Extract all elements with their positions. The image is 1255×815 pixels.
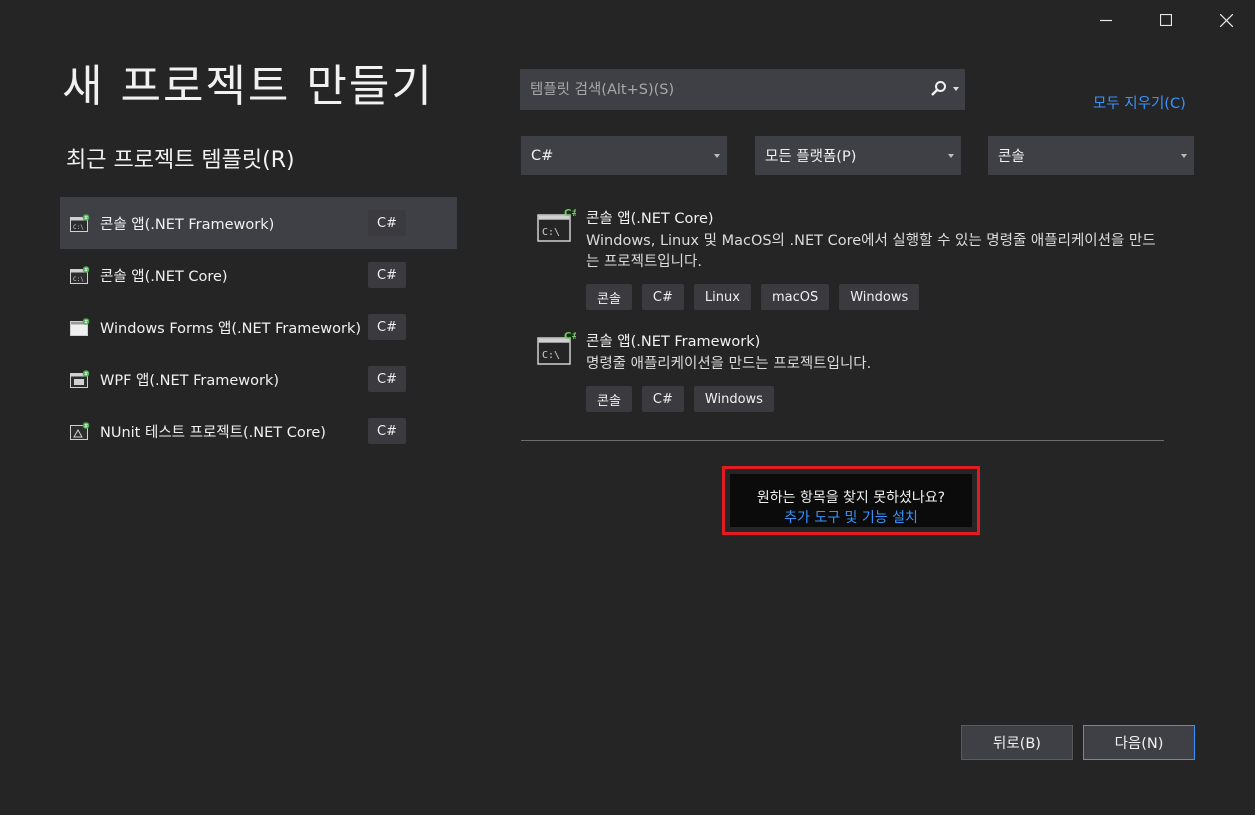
svg-text:C:\: C:\ — [73, 276, 84, 283]
recent-item-wpf[interactable]: # WPF 앱(.NET Framework) C# — [60, 353, 457, 405]
back-button[interactable]: 뒤로(B) — [961, 725, 1073, 760]
tag: Windows — [693, 386, 774, 412]
recent-item-label: Windows Forms 앱(.NET Framework) — [100, 320, 362, 337]
next-button[interactable]: 다음(N) — [1083, 725, 1195, 760]
template-tags: 콘솔 C# Windows — [586, 386, 774, 412]
language-filter-select[interactable]: C# — [521, 136, 727, 175]
recent-item-nunit[interactable]: # NUnit 테스트 프로젝트(.NET Core) C# — [60, 405, 457, 457]
svg-text:#: # — [84, 424, 88, 430]
console-app-icon: C:\ C# — [536, 330, 580, 370]
console-app-icon: C:\ # — [69, 264, 91, 286]
project-type-filter-select[interactable]: 콘솔 — [988, 136, 1194, 175]
chevron-down-icon — [948, 154, 954, 158]
template-title: 콘솔 앱(.NET Core) — [586, 211, 714, 227]
template-search-box[interactable] — [520, 69, 965, 110]
not-found-panel: 원하는 항목을 찾지 못하셨나요? 추가 도구 및 기능 설치 — [730, 474, 972, 527]
tag: Windows — [839, 284, 920, 310]
template-description: Windows, Linux 및 MacOS의 .NET Core에서 실행할 … — [586, 233, 1156, 270]
svg-text:C:\: C:\ — [542, 350, 560, 361]
svg-text:C#: C# — [564, 208, 576, 219]
console-app-icon: C:\ # — [69, 212, 91, 234]
tag: 콘솔 — [586, 284, 632, 310]
tag: C# — [641, 284, 684, 310]
template-search-input[interactable] — [528, 80, 922, 99]
recent-item-console-net-framework[interactable]: C:\ # 콘솔 앱(.NET Framework) C# — [60, 197, 457, 249]
language-filter-value: C# — [531, 147, 554, 164]
svg-text:C#: C# — [564, 331, 576, 342]
platform-filter-value: 모든 플랫폼(P) — [765, 149, 857, 165]
project-type-filter-value: 콘솔 — [998, 149, 1025, 165]
chevron-down-icon — [714, 154, 720, 158]
search-icon[interactable] — [930, 80, 948, 102]
svg-text:#: # — [84, 372, 88, 378]
svg-text:#: # — [84, 268, 88, 274]
svg-text:#: # — [84, 320, 88, 326]
template-result-console-net-framework[interactable]: C:\ C# 콘솔 앱(.NET Framework) 명령줄 애플리케이션을 만… — [530, 330, 1170, 415]
svg-text:C:\: C:\ — [73, 224, 84, 231]
console-app-icon: C:\ C# — [536, 207, 580, 247]
not-found-callout: 원하는 항목을 찾지 못하셨나요? 추가 도구 및 기능 설치 — [722, 466, 980, 535]
recent-item-label: WPF 앱(.NET Framework) — [100, 372, 280, 389]
search-options-chevron-icon[interactable] — [953, 87, 959, 91]
tag: Linux — [693, 284, 751, 310]
language-tag: C# — [368, 210, 406, 236]
recent-item-label: 콘솔 앱(.NET Core) — [100, 268, 228, 285]
template-description: 명령줄 애플리케이션을 만드는 프로젝트입니다. — [586, 356, 872, 372]
close-button[interactable] — [1211, 6, 1241, 34]
tag: macOS — [760, 284, 830, 310]
language-tag: C# — [368, 366, 406, 392]
template-result-console-net-core[interactable]: C:\ C# 콘솔 앱(.NET Core) Windows, Linux 및 M… — [530, 207, 1170, 312]
template-tags: 콘솔 C# Linux macOS Windows — [586, 284, 920, 310]
language-tag: C# — [368, 262, 406, 288]
chevron-down-icon — [1181, 154, 1187, 158]
recent-templates-heading: 최근 프로젝트 템플릿(R) — [66, 148, 295, 173]
wpf-app-icon: # — [69, 368, 91, 390]
svg-text:#: # — [84, 216, 88, 222]
template-title: 콘솔 앱(.NET Framework) — [586, 334, 761, 350]
tag: C# — [641, 386, 684, 412]
svg-text:C:\: C:\ — [542, 227, 560, 238]
maximize-button[interactable] — [1151, 6, 1181, 34]
language-tag: C# — [368, 418, 406, 444]
page-title: 새 프로젝트 만들기 — [62, 61, 434, 112]
install-tools-link[interactable]: 추가 도구 및 기능 설치 — [730, 507, 972, 527]
test-project-icon: # — [69, 420, 91, 442]
tag: 콘솔 — [586, 386, 632, 412]
recent-item-windows-forms[interactable]: # Windows Forms 앱(.NET Framework) C# — [60, 301, 457, 353]
clear-all-link[interactable]: 모두 지우기(C) — [1093, 92, 1186, 113]
recent-item-label: 콘솔 앱(.NET Framework) — [100, 216, 275, 233]
windows-forms-icon: # — [69, 316, 91, 338]
recent-item-label: NUnit 테스트 프로젝트(.NET Core) — [100, 424, 326, 441]
minimize-button[interactable] — [1091, 6, 1121, 34]
minimize-icon — [1100, 19, 1112, 22]
close-icon — [1219, 13, 1233, 27]
divider — [521, 440, 1164, 441]
recent-item-console-net-core[interactable]: C:\ # 콘솔 앱(.NET Core) C# — [60, 249, 457, 301]
maximize-icon — [1160, 14, 1172, 26]
platform-filter-select[interactable]: 모든 플랫폼(P) — [755, 136, 961, 175]
not-found-question: 원하는 항목을 찾지 못하셨나요? — [756, 490, 946, 506]
language-tag: C# — [368, 314, 406, 340]
